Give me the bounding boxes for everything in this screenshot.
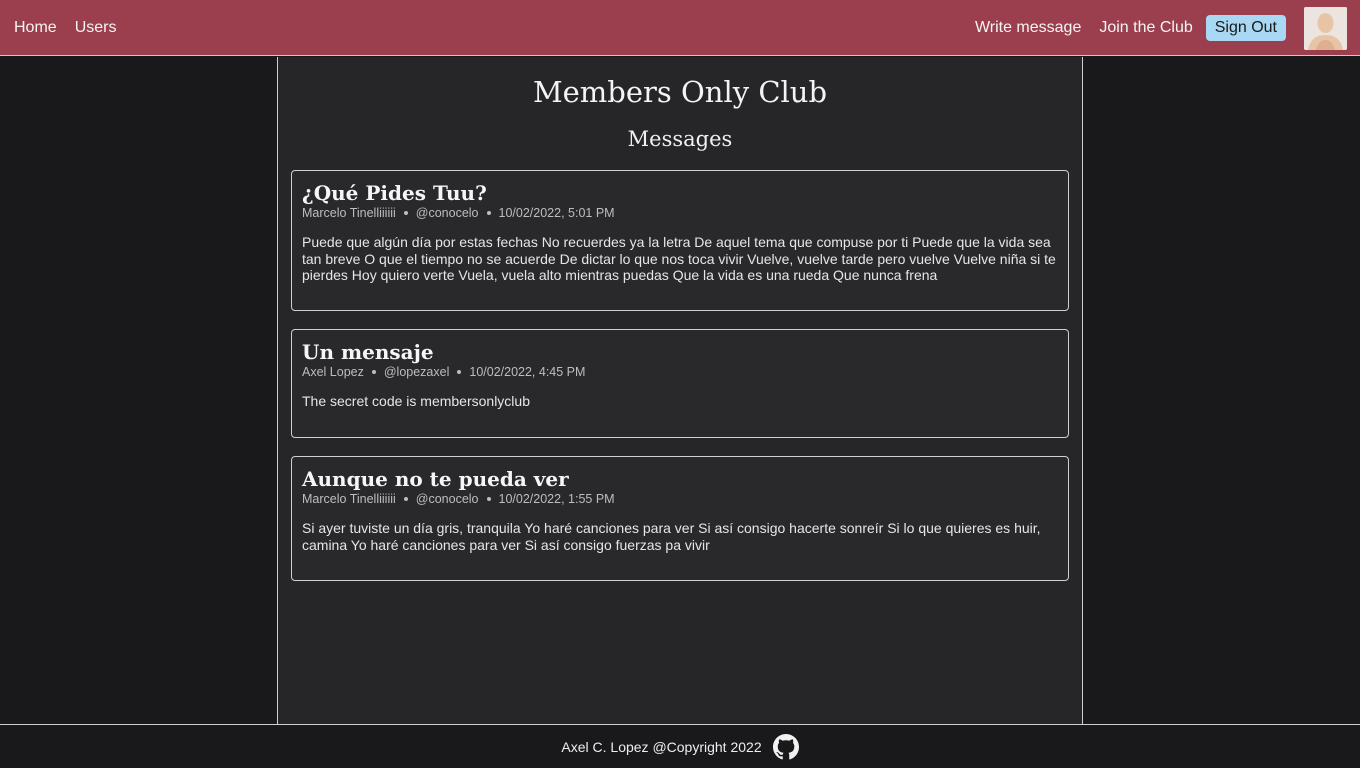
separator-dot [403,211,408,215]
message-author: Marcelo Tinelliiiiii [302,492,396,506]
message-meta: Marcelo Tinelliiiiii @conocelo 10/02/202… [302,206,1058,220]
message-date: 10/02/2022, 4:45 PM [469,365,586,379]
message-username: @conocelo [415,206,479,220]
message-date: 10/02/2022, 1:55 PM [498,492,615,506]
separator-dot [371,370,376,374]
sign-out-button[interactable]: Sign Out [1205,15,1286,41]
message-username: @lopezaxel [383,365,450,379]
write-message-link[interactable]: Write message [975,19,1081,37]
footer-copyright: Axel C. Lopez @Copyright 2022 [561,738,762,755]
user-avatar-icon[interactable] [1304,6,1347,50]
message-body: Puede que algún día por estas fechas No … [302,234,1056,283]
separator-dot [457,370,462,374]
message-meta: Axel Lopez @lopezaxel 10/02/2022, 4:45 P… [302,365,1058,379]
message-author: Marcelo Tinelliiiiii [302,206,396,220]
message-date: 10/02/2022, 5:01 PM [498,206,615,220]
message-title: Un mensaje [302,340,434,364]
message-body: Si ayer tuviste un día gris, tranquila Y… [302,520,1041,553]
nav-users-link[interactable]: Users [75,19,117,37]
message-card: Un mensaje Axel Lopez @lopezaxel 10/02/2… [291,329,1069,438]
message-meta: Marcelo Tinelliiiiii @conocelo 10/02/202… [302,492,1058,506]
nav-right: Write message Join the Club Sign Out [957,0,1347,56]
separator-dot [486,211,491,215]
message-author: Axel Lopez [302,365,364,379]
page-title: Members Only Club [532,75,828,109]
message-title: ¿Qué Pides Tuu? [302,181,487,205]
footer: Axel C. Lopez @Copyright 2022 [0,724,1360,768]
message-card: Aunque no te pueda ver Marcelo Tinelliii… [291,456,1069,581]
separator-dot [486,497,491,501]
join-club-link[interactable]: Join the Club [1099,19,1192,37]
main-panel: Members Only Club Messages ¿Qué Pides Tu… [277,57,1083,724]
separator-dot [403,497,408,501]
message-title: Aunque no te pueda ver [302,467,569,491]
message-card: ¿Qué Pides Tuu? Marcelo Tinelliiiiii @co… [291,170,1069,311]
navbar: Home Users Write message Join the Club S… [0,0,1360,56]
section-title: Messages [627,127,733,151]
github-icon[interactable] [772,733,799,760]
nav-home-link[interactable]: Home [14,19,57,37]
message-body: The secret code is membersonlyclub [302,393,530,409]
nav-left: Home Users [14,0,134,56]
message-username: @conocelo [415,492,479,506]
